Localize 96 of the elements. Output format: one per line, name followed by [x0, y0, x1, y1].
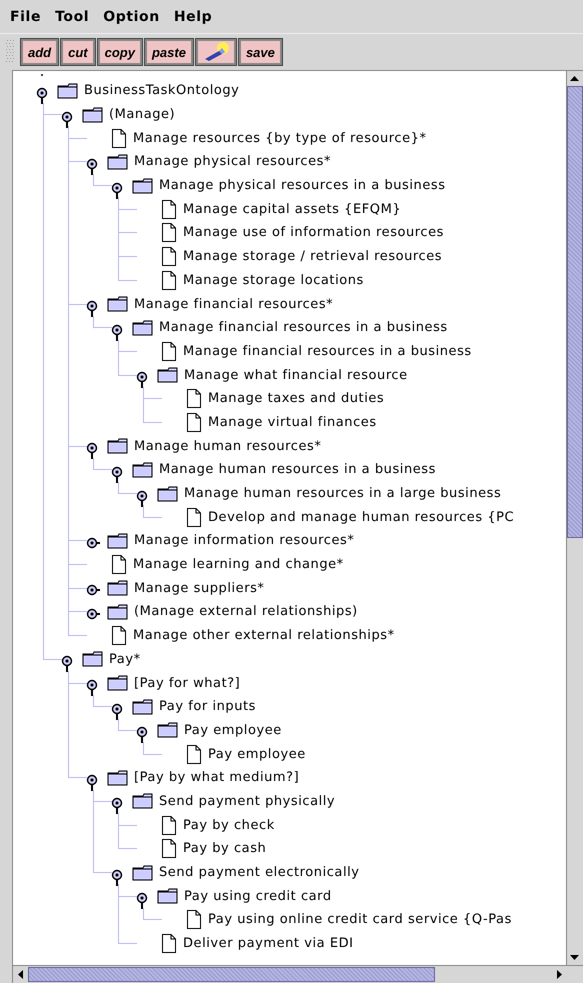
tree-item[interactable]: Manage learning and change* — [133, 557, 344, 572]
tree-item[interactable]: Manage capital assets {EFQM} — [183, 202, 402, 217]
tree-item[interactable]: Send payment electronically — [159, 865, 360, 880]
menu-item[interactable]: Option — [103, 8, 160, 24]
expanded-handle-icon[interactable] — [136, 369, 150, 390]
folder-icon — [107, 770, 129, 786]
expanded-handle-icon[interactable] — [86, 298, 100, 318]
folder-icon — [57, 82, 79, 99]
tree-item[interactable]: Manage virtual finances — [208, 414, 377, 430]
expanded-handle-icon[interactable] — [86, 440, 100, 460]
toolbar-button[interactable]: add — [21, 39, 58, 65]
tree-item[interactable]: Pay by check — [183, 818, 275, 833]
document-icon — [111, 128, 127, 148]
folder-icon — [107, 296, 129, 312]
document-icon — [161, 934, 177, 954]
folder-icon — [132, 698, 154, 715]
folder-icon — [132, 178, 154, 194]
folder-icon — [157, 486, 179, 502]
document-icon — [161, 223, 177, 242]
expanded-handle-icon[interactable] — [111, 795, 125, 816]
tree-item[interactable]: BusinessTaskOntology — [84, 83, 240, 98]
tree-item[interactable]: Manage financial resources in a business — [183, 344, 472, 359]
tree-item[interactable]: Pay by cash — [183, 841, 266, 856]
tree-item[interactable]: (Manage) — [109, 107, 176, 122]
folder-icon — [107, 604, 129, 620]
flashlight-button[interactable] — [196, 39, 236, 65]
folder-icon — [157, 722, 179, 738]
tree-item[interactable]: [Pay by what medium?] — [134, 770, 300, 786]
expanded-handle-icon[interactable] — [86, 677, 100, 698]
tree-item[interactable]: Pay using online credit card service {Q-Pas — [208, 912, 512, 928]
menu-item[interactable]: File — [10, 8, 42, 24]
folder-icon — [107, 532, 129, 549]
tree-item[interactable]: Pay employee — [208, 746, 306, 762]
tree-item[interactable]: Manage physical resources* — [134, 154, 331, 170]
toolbar-button[interactable]: copy — [98, 39, 142, 65]
folder-icon — [107, 580, 129, 596]
folder-icon — [132, 864, 154, 881]
tree-item[interactable]: (Manage external relationships) — [134, 604, 358, 620]
folder-icon — [82, 651, 104, 668]
vertical-scrollbar[interactable] — [566, 71, 583, 965]
folder-icon — [82, 106, 104, 123]
tree-item[interactable]: Manage other external relationships* — [133, 628, 395, 644]
tree-item[interactable]: Manage financial resources* — [134, 296, 334, 312]
folder-icon — [132, 793, 154, 810]
tree-item[interactable]: Pay employee — [184, 722, 282, 738]
toolbar-button[interactable]: save — [238, 39, 282, 65]
tree-item[interactable]: Manage what financial resource — [184, 368, 408, 383]
document-icon — [186, 389, 202, 408]
tree-item[interactable]: Manage storage locations — [183, 272, 364, 288]
tree-item[interactable]: Manage financial resources in a business — [159, 320, 448, 336]
tree-item[interactable]: Deliver payment via EDI — [183, 936, 354, 952]
folder-icon — [157, 367, 179, 384]
document-icon — [111, 626, 127, 646]
tree-item[interactable]: Manage suppliers* — [134, 580, 264, 596]
document-icon — [111, 555, 127, 574]
menu-item[interactable]: Tool — [55, 8, 90, 24]
tree-item[interactable]: Develop and manage human resources {PC — [208, 510, 514, 525]
folder-icon — [132, 462, 154, 478]
document-icon — [161, 200, 177, 219]
expanded-handle-icon[interactable] — [136, 890, 150, 910]
tree-item[interactable]: [Pay for what?] — [134, 676, 240, 691]
menu-item[interactable]: Help — [174, 8, 212, 24]
document-icon — [186, 412, 202, 432]
document-icon — [161, 839, 177, 858]
folder-icon — [107, 154, 129, 170]
folder-icon — [132, 320, 154, 336]
tree-item[interactable]: Manage resources {by type of resource}* — [133, 130, 427, 146]
horizontal-scrollbar[interactable] — [12, 965, 583, 983]
document-icon — [161, 247, 177, 266]
tree-item[interactable]: Manage human resources* — [134, 438, 322, 454]
tree-item[interactable]: Manage physical resources in a business — [159, 178, 446, 194]
document-icon — [186, 744, 202, 764]
tree-item[interactable]: Manage human resources in a business — [159, 462, 436, 478]
document-icon — [161, 270, 177, 290]
document-icon — [161, 342, 177, 361]
folder-icon — [157, 888, 179, 904]
folder-icon — [107, 675, 129, 692]
tree-item[interactable]: Pay for inputs — [159, 699, 256, 714]
tree-item[interactable]: Manage use of information resources — [183, 225, 444, 240]
tree-item[interactable]: Manage information resources* — [134, 533, 354, 548]
toolbar-button[interactable]: cut — [61, 39, 95, 65]
expanded-handle-icon[interactable] — [61, 653, 75, 674]
toolbar-button[interactable]: paste — [144, 39, 193, 65]
tree-item[interactable]: Pay using credit card — [184, 888, 332, 904]
document-icon — [186, 910, 202, 930]
scroll-thumb[interactable] — [28, 967, 435, 982]
expanded-handle-icon[interactable] — [136, 724, 150, 744]
tree-item[interactable]: Manage taxes and duties — [208, 391, 384, 406]
document-icon — [186, 508, 202, 527]
folder-icon — [107, 438, 129, 454]
tree-item[interactable]: Manage human resources in a large business — [184, 486, 502, 502]
tree-item[interactable]: Send payment physically — [159, 794, 336, 809]
tree-item[interactable]: Manage storage / retrieval resources — [183, 249, 442, 264]
tree-item[interactable]: Pay* — [109, 652, 141, 667]
document-icon — [161, 816, 177, 835]
scroll-thumb[interactable] — [567, 86, 583, 538]
